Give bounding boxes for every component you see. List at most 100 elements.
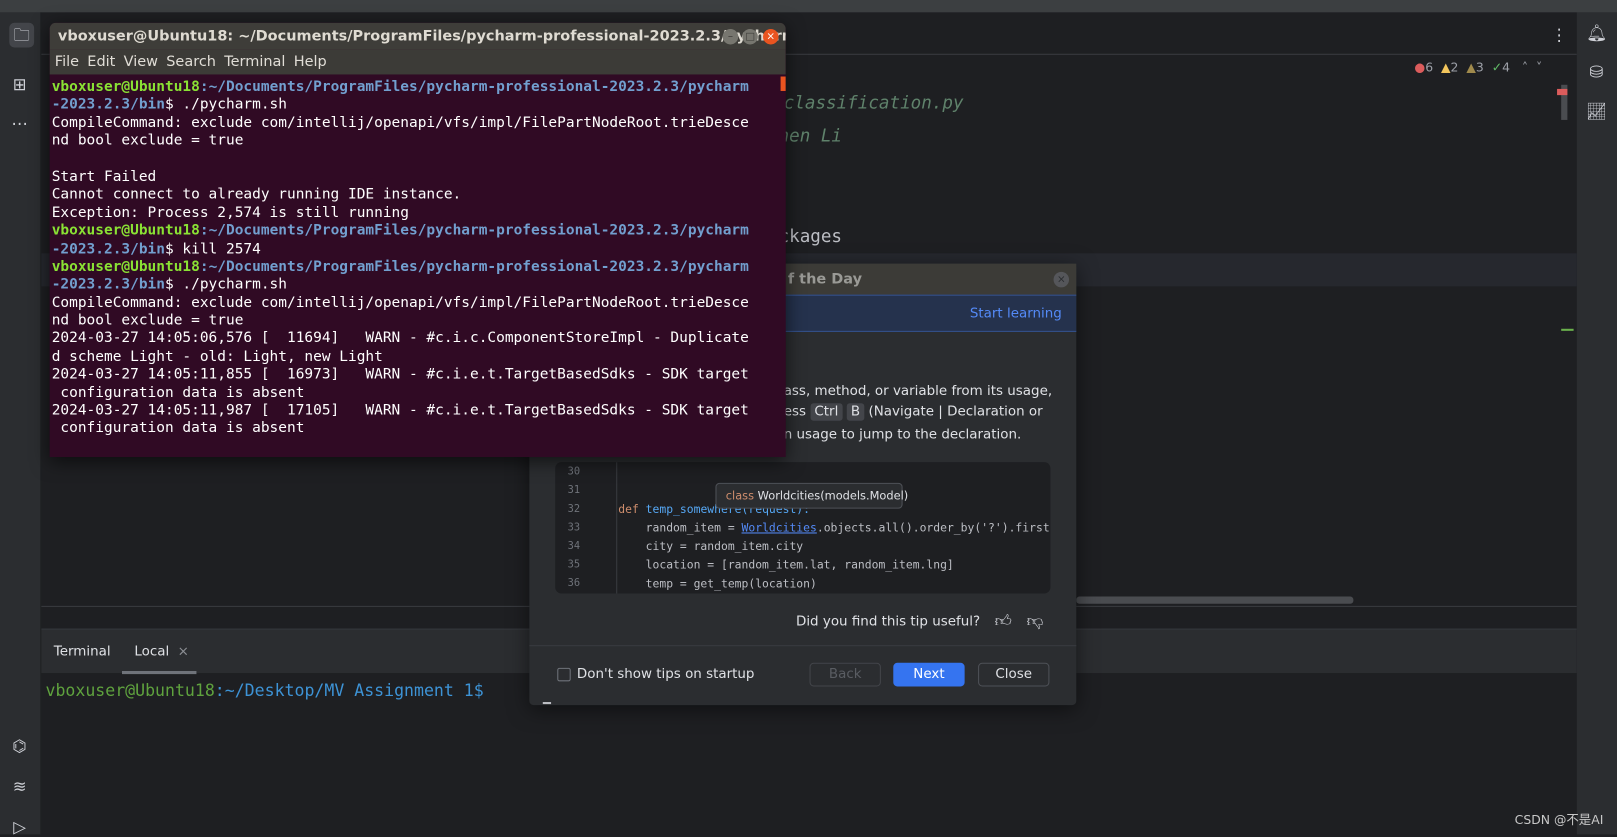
terminal-line: CompileCommand: exclude com/intellij/ope… [52, 294, 786, 312]
terminal-line: nd bool exclude = true [52, 312, 786, 330]
ubuntu-terminal-window: vboxuser@Ubuntu18: ~/Documents/ProgramFi… [49, 22, 786, 457]
horizontal-scrollbar[interactable] [1076, 596, 1354, 604]
terminal-text: CompileCommand: exclude com/intellij/ope… [51, 294, 749, 311]
prev-highlight-icon[interactable]: ˄ [1522, 60, 1528, 74]
inspection-widget[interactable]: ●6 ▲2 ▲3 ✓4 ˄ ˅ [1414, 60, 1542, 74]
tab-label: Local [134, 644, 170, 660]
code-keyword: def [618, 502, 639, 516]
tooltip: class Worldcities(models.Model) [715, 482, 908, 509]
thumbs-down-icon[interactable]: 👎︎ [1027, 611, 1044, 632]
terminal-output[interactable]: vboxuser@Ubuntu18:~/Documents/ProgramFil… [50, 74, 786, 438]
close-button[interactable]: Close [978, 662, 1050, 687]
line-number: 34 [567, 540, 581, 553]
terminal-path: -2023.2.3/bin [51, 276, 165, 293]
menu-item[interactable]: Edit [87, 54, 115, 71]
left-tool-strip: 🗀 ⊞ ⋯ ⌬ ≋ ▷ [0, 12, 42, 836]
thumbs-up-icon[interactable]: 👍︎ [995, 611, 1012, 632]
minimize-icon[interactable]: – [722, 28, 739, 45]
next-highlight-icon[interactable]: ˅ [1536, 60, 1542, 74]
notifications-bell-icon[interactable]: 🔔︎ [1586, 23, 1607, 44]
menu-item[interactable]: Help [294, 54, 327, 71]
terminal-panel-title: Terminal [53, 644, 111, 660]
close-tab-icon[interactable]: × [178, 644, 189, 660]
terminal-path: :~/Documents/ProgramFiles/pycharm-profes… [199, 258, 749, 275]
right-tool-strip: 🔔︎ ⛁ 📈︎ [1576, 12, 1617, 835]
code-line: ckages [778, 226, 843, 248]
terminal-text: $ kill 2574 [164, 240, 261, 257]
back-button[interactable]: Back [809, 662, 881, 687]
terminal-line: 2024-03-27 14:05:11,987 [ 17105] WARN - … [52, 402, 786, 420]
window-close-icon[interactable]: × [763, 28, 779, 45]
feedback-question: Did you find this tip useful? [795, 614, 981, 630]
terminal-cursor [542, 702, 552, 705]
dont-show-checkbox[interactable] [557, 667, 571, 682]
terminal-path: -2023.2.3/bin [51, 240, 165, 257]
database-icon[interactable]: ⛁ [1586, 62, 1607, 83]
code-text: temp = get_temp(location) [618, 576, 817, 591]
more-icon[interactable]: ⋯ [9, 114, 30, 135]
terminal-line: 2024-03-27 14:05:11,855 [ 16973] WARN - … [52, 366, 786, 384]
tip-text-part: (Navigate | Declaration or [868, 404, 1043, 420]
tooltip-keyword: class [725, 489, 755, 503]
profiler-chart-icon[interactable]: 📈︎ [1586, 101, 1607, 122]
terminal-text: d scheme Light - old: Light, new Light [51, 348, 383, 365]
terminal-path: :~/Documents/ProgramFiles/pycharm-profes… [199, 222, 749, 239]
code-text: city = random_item.city [618, 539, 804, 554]
python-console-icon[interactable]: ⌬ [9, 736, 30, 757]
project-folder-icon[interactable]: 🗀 [9, 22, 35, 48]
terminal-line: -2023.2.3/bin$ ./pycharm.sh [52, 97, 786, 115]
terminal-user: vboxuser@Ubuntu18 [51, 222, 200, 239]
terminal-text: Cannot connect to already running IDE in… [51, 186, 462, 203]
terminal-text: configuration data is absent [51, 420, 305, 437]
warning-icon: ▲ [1441, 59, 1451, 75]
terminal-path: -2023.2.3/bin [51, 96, 165, 114]
menu-item[interactable]: View [124, 54, 158, 71]
error-icon: ● [1414, 59, 1426, 75]
error-marker [1557, 88, 1568, 96]
terminal-text: 2024-03-27 14:05:11,987 [ 17105] WARN - … [51, 402, 749, 419]
terminal-text: 2024-03-27 14:05:06,576 [ 11694] WARN - … [51, 330, 749, 347]
checkbox-label[interactable]: Don't show tips on startup [577, 667, 755, 683]
next-button[interactable]: Next [893, 662, 965, 687]
terminal-text: $ ./pycharm.sh [164, 276, 288, 293]
terminal-scrollbar[interactable] [780, 76, 786, 91]
more-options-icon[interactable]: ⋮ [1551, 25, 1568, 45]
menu-item[interactable]: Terminal [224, 54, 285, 71]
terminal-line: configuration data is absent [52, 384, 786, 402]
tab-local[interactable]: Local × [134, 644, 189, 660]
dialog-close-icon[interactable]: × [1053, 271, 1070, 288]
top-bar [0, 0, 1617, 13]
code-link: Worldcities [741, 521, 817, 535]
prompt-path: :~/Desktop/MV Assignment 1$ [214, 680, 484, 700]
terminal-text: $ ./pycharm.sh [164, 96, 288, 114]
terminal-text: 2024-03-27 14:05:11,855 [ 16973] WARN - … [51, 366, 749, 383]
tip-text-part: ess [783, 404, 806, 420]
shortcut-key: Ctrl [810, 403, 843, 421]
maximize-icon[interactable]: □ [742, 28, 758, 45]
window-title: vboxuser@Ubuntu18: ~/Documents/ProgramFi… [49, 22, 786, 50]
start-learning-link[interactable]: Start learning [970, 306, 1062, 322]
tip-text: ess Ctrl B (Navigate | Declaration or [783, 403, 1043, 421]
terminal-user: vboxuser@Ubuntu18 [51, 78, 200, 96]
terminal-prompt[interactable]: vboxuser@Ubuntu18:~/Desktop/MV Assignmen… [45, 680, 483, 700]
terminal-text: nd bool exclude = true [51, 132, 244, 150]
code-text: location = [random_item.lat, random_item… [618, 558, 954, 572]
dialog-title: f the Day [787, 270, 863, 288]
terminal-line: Start Failed [52, 168, 786, 186]
layers-icon[interactable]: ≋ [9, 776, 30, 797]
terminal-line: -2023.2.3/bin$ ./pycharm.sh [52, 276, 786, 294]
terminal-line: vboxuser@Ubuntu18:~/Documents/ProgramFil… [52, 258, 786, 276]
structure-icon[interactable]: ⊞ [9, 74, 30, 95]
menu-item[interactable]: File [55, 54, 79, 71]
menu-item[interactable]: Search [166, 54, 216, 71]
line-number: 32 [567, 503, 581, 515]
warning-count: 2 [1450, 59, 1459, 75]
terminal-line: vboxuser@Ubuntu18:~/Documents/ProgramFil… [52, 222, 786, 240]
terminal-line: Cannot connect to already running IDE in… [52, 186, 786, 204]
menu-bar: File Edit View Search Terminal Help [49, 49, 786, 75]
weak-warning-icon: ▲ [1466, 59, 1476, 75]
tooltip-text: Worldcities(models.Model) [757, 489, 909, 503]
terminal-user: vboxuser@Ubuntu18 [51, 258, 200, 275]
terminal-path: :~/Documents/ProgramFiles/pycharm-profes… [199, 78, 749, 96]
prompt-user: vboxuser@Ubuntu18 [45, 680, 215, 700]
